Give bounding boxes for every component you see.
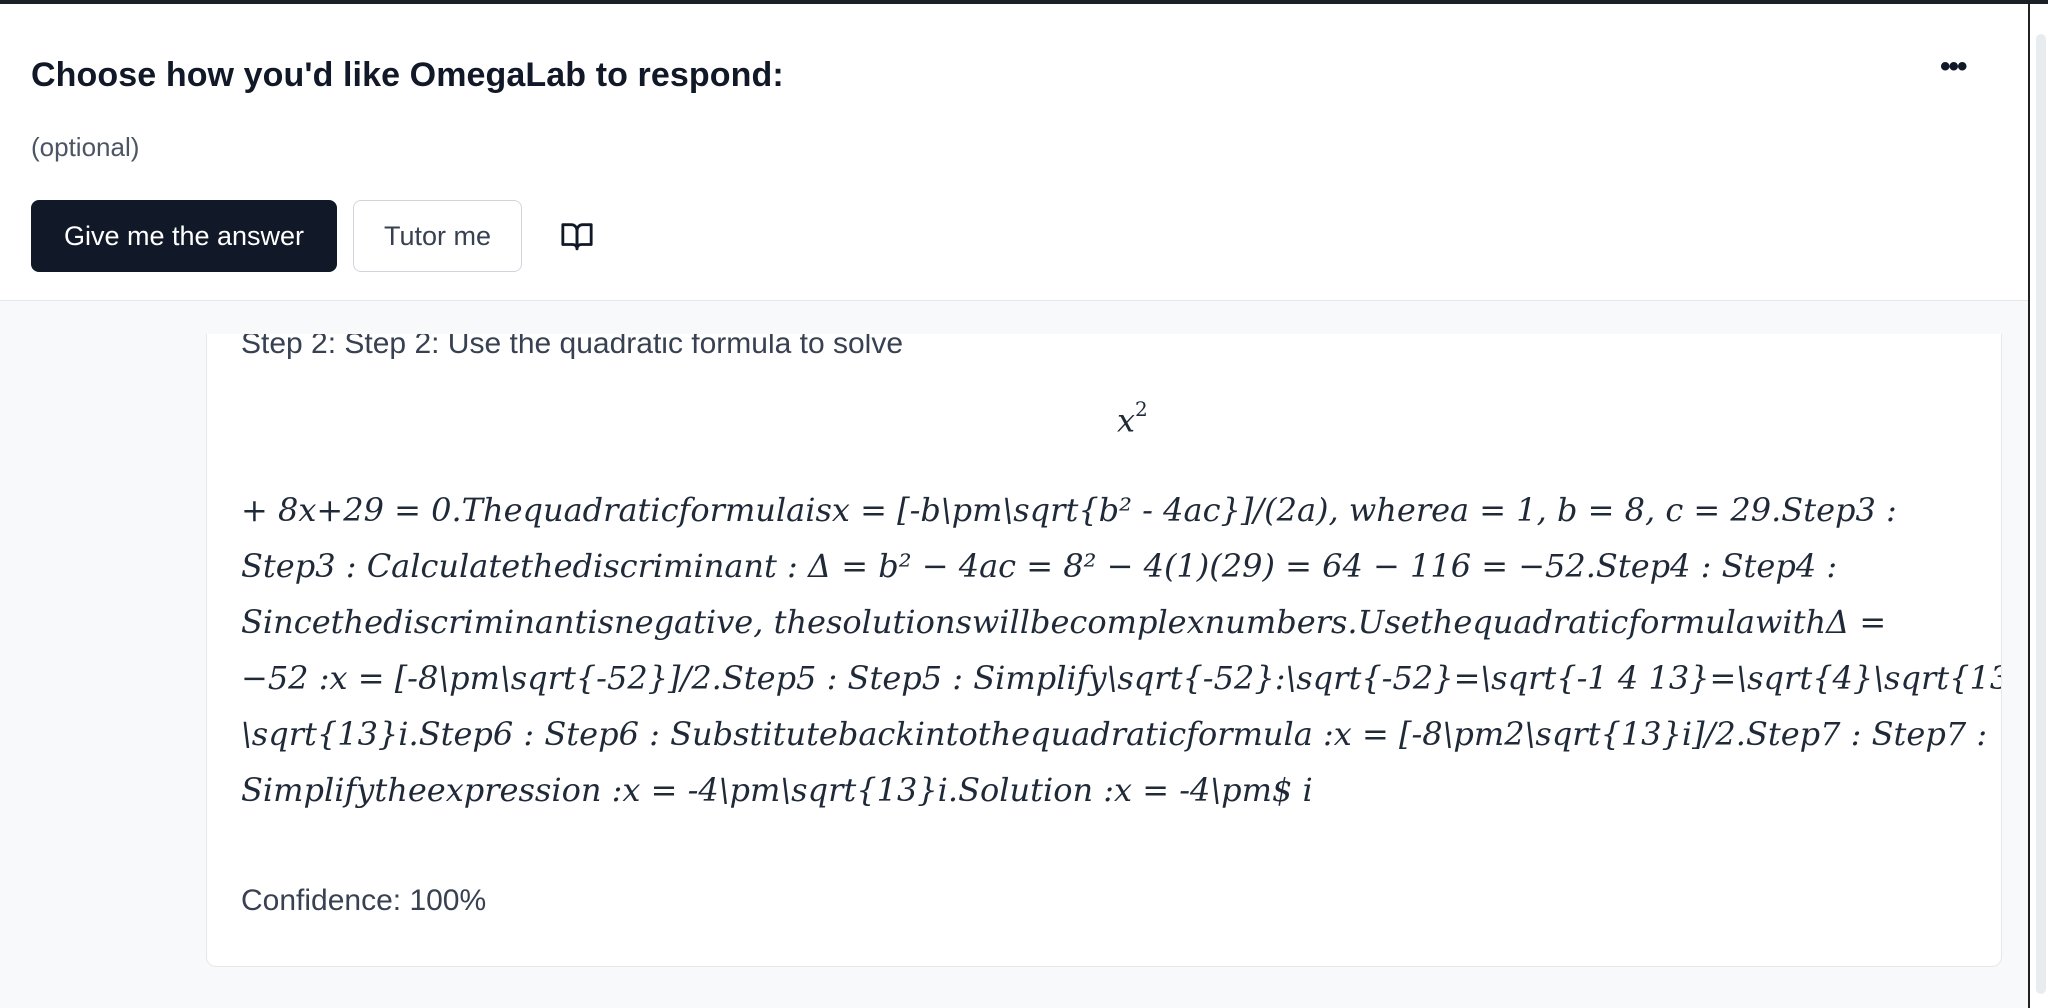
display-variable: x (1117, 401, 1136, 440)
solution-line: Sincethediscriminantisnegative, thesolut… (241, 603, 1887, 641)
tutor-me-button[interactable]: Tutor me (353, 200, 522, 272)
more-icon[interactable]: ••• (1940, 50, 1967, 84)
solution-line: \sqrt{13}i.Step6 : Step6 : Substitutebac… (241, 715, 1988, 753)
display-equation: x2 (1117, 397, 1148, 440)
solution-card: Step 2: Step 2: Use the quadratic formul… (206, 334, 2002, 967)
solution-line: Simplifytheexpression :x = -4\pm\sqrt{13… (241, 771, 1313, 809)
scrollbar[interactable] (2028, 4, 2048, 1008)
solution-line: −52 :x = [-8\pm\sqrt{-52}]/2.Step5 : Ste… (241, 659, 2002, 697)
book-icon[interactable] (560, 219, 594, 253)
solution-line: + 8x+29 = 0.Thequadraticformulaisx = [-b… (241, 491, 1897, 529)
panel-title: Choose how you'd like OmegaLab to respon… (31, 56, 784, 94)
scrollbar-thumb[interactable] (2036, 34, 2046, 994)
solution-text: + 8x+29 = 0.Thequadraticformulaisx = [-b… (241, 482, 2002, 818)
step-heading: Step 2: Step 2: Use the quadratic formul… (241, 334, 904, 360)
give-answer-button[interactable]: Give me the answer (31, 200, 337, 272)
solution-line: Step3 : Calculatethediscriminant : Δ = b… (241, 547, 1838, 585)
confidence-label: Confidence: 100% (241, 884, 487, 917)
response-mode-panel: Choose how you'd like OmegaLab to respon… (0, 4, 2028, 301)
display-exponent: 2 (1135, 397, 1148, 421)
optional-label: (optional) (31, 132, 140, 162)
